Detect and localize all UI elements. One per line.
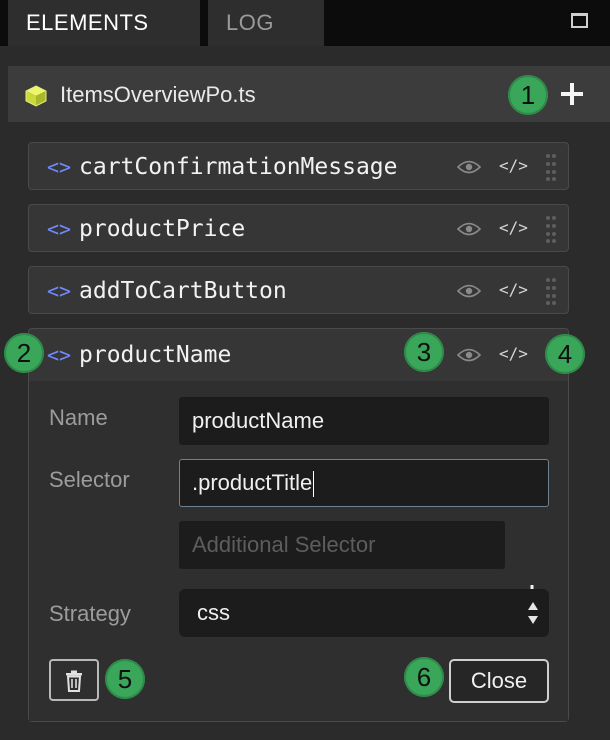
code-view-icon[interactable]: </> — [499, 344, 528, 363]
annotation-badge-1: 1 — [508, 75, 548, 115]
strategy-value: css — [197, 600, 230, 625]
element-name: cartConfirmationMessage — [79, 154, 398, 180]
file-name: ItemsOverviewPo.ts — [60, 82, 256, 107]
element-row-productName[interactable]: <> productName </> — [29, 329, 568, 381]
code-brackets-icon: <> — [47, 279, 72, 303]
select-arrows-icon — [528, 602, 538, 624]
add-element-plus-icon[interactable] — [558, 80, 586, 108]
tab-log[interactable]: LOG — [208, 0, 324, 46]
code-view-icon[interactable]: </> — [499, 218, 528, 237]
element-editor-productName: <> productName </> Name productName Sele… — [28, 328, 569, 722]
code-view-icon[interactable]: </> — [499, 156, 528, 175]
selector-value: .productTitle — [192, 470, 313, 495]
drag-handle-icon[interactable] — [545, 215, 557, 243]
eye-icon[interactable] — [457, 283, 481, 299]
tab-elements[interactable]: ELEMENTS — [8, 0, 200, 46]
delete-button[interactable] — [49, 659, 99, 701]
annotation-badge-4: 4 — [545, 334, 585, 374]
tab-bar: ELEMENTS LOG — [0, 0, 610, 46]
element-name: productName — [79, 342, 232, 368]
strategy-select[interactable]: css — [179, 589, 549, 637]
element-name: addToCartButton — [79, 278, 287, 304]
annotation-badge-3: 3 — [404, 332, 444, 372]
text-caret — [313, 471, 315, 498]
additional-selector-input[interactable]: Additional Selector — [179, 521, 505, 569]
annotation-badge-2: 2 — [4, 333, 44, 373]
eye-icon[interactable] — [457, 347, 481, 363]
close-button[interactable]: Close — [449, 659, 549, 703]
maximize-icon[interactable] — [571, 13, 588, 28]
eye-icon[interactable] — [457, 159, 481, 175]
element-row-addToCartButton[interactable]: <> addToCartButton </> — [28, 266, 569, 314]
selector-label: Selector — [49, 467, 130, 492]
selector-input[interactable]: .productTitle — [179, 459, 549, 507]
trash-icon — [66, 670, 82, 692]
eye-icon[interactable] — [457, 221, 481, 237]
annotation-badge-5: 5 — [105, 659, 145, 699]
cube-icon — [25, 85, 47, 107]
drag-handle-icon[interactable] — [545, 153, 557, 181]
annotation-badge-6: 6 — [404, 657, 444, 697]
strategy-label: Strategy — [49, 601, 131, 626]
drag-handle-icon[interactable] — [545, 277, 557, 305]
name-input[interactable]: productName — [179, 397, 549, 445]
code-brackets-icon: <> — [47, 343, 72, 367]
name-label: Name — [49, 405, 108, 430]
element-name: productPrice — [79, 216, 246, 242]
code-brackets-icon: <> — [47, 217, 72, 241]
element-row-productPrice[interactable]: <> productPrice </> — [28, 204, 569, 252]
code-view-icon[interactable]: </> — [499, 280, 528, 299]
element-row-cartConfirmationMessage[interactable]: <> cartConfirmationMessage </> — [28, 142, 569, 190]
code-brackets-icon: <> — [47, 155, 72, 179]
